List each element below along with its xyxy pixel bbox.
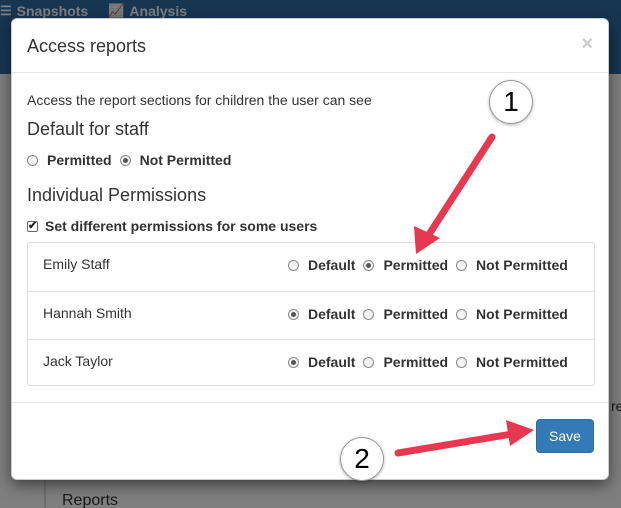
default-not-permitted-option[interactable]: Not Permitted [119, 152, 231, 168]
user-row-jack-taylor: Jack Taylor Default Permitted Not Permit… [28, 339, 594, 387]
option-default[interactable]: Default [288, 354, 355, 370]
default-for-staff-heading: Default for staff [27, 119, 149, 139]
radio-default[interactable] [288, 259, 299, 271]
option-permitted[interactable]: Permitted [363, 354, 448, 370]
option-default[interactable]: Default [288, 257, 355, 273]
intro-text: Access the report sections for children … [27, 92, 372, 108]
radio-not-permitted[interactable] [119, 154, 131, 166]
radio-not-permitted[interactable] [456, 259, 468, 271]
option-not-permitted[interactable]: Not Permitted [456, 354, 568, 370]
individual-permissions-heading: Individual Permissions [27, 185, 207, 205]
different-permissions-checkbox[interactable] [27, 219, 38, 232]
radio-permitted[interactable] [363, 356, 375, 368]
modal-title: Access reports [27, 36, 147, 56]
radio-default[interactable] [288, 308, 299, 320]
user-permission-options: Default Permitted Not Permitted [288, 306, 576, 322]
radio-permitted[interactable] [363, 308, 375, 320]
user-permissions-list: Emily Staff Default Permitted Not Permit… [27, 242, 595, 386]
user-permission-options: Default Permitted Not Permitted [288, 354, 576, 370]
callout-1: 1 [489, 80, 533, 124]
radio-not-permitted[interactable] [456, 308, 468, 320]
radio-not-permitted[interactable] [456, 356, 468, 368]
user-permission-options: Default Permitted Not Permitted [288, 257, 576, 273]
user-name: Jack Taylor [43, 353, 113, 369]
modal-header: Access reports × [12, 19, 608, 73]
option-permitted[interactable]: Permitted [363, 306, 448, 322]
radio-default[interactable] [288, 356, 299, 368]
option-not-permitted[interactable]: Not Permitted [456, 257, 568, 273]
save-button[interactable]: Save [536, 419, 594, 453]
close-icon[interactable]: × [581, 33, 593, 56]
user-name: Emily Staff [43, 256, 110, 272]
user-row-emily-staff: Emily Staff Default Permitted Not Permit… [28, 243, 594, 291]
callout-2: 2 [340, 437, 384, 481]
option-not-permitted[interactable]: Not Permitted [456, 306, 568, 322]
option-permitted[interactable]: Permitted [363, 257, 448, 273]
default-permitted-option[interactable]: Permitted [27, 152, 112, 168]
option-default[interactable]: Default [288, 306, 355, 322]
different-permissions-toggle[interactable]: Set different permissions for some users [27, 218, 317, 234]
user-row-hannah-smith: Hannah Smith Default Permitted Not Permi… [28, 291, 594, 339]
radio-permitted[interactable] [27, 154, 38, 166]
user-name: Hannah Smith [43, 305, 132, 321]
default-permission-group: Permitted Not Permitted [27, 152, 239, 168]
radio-permitted[interactable] [363, 259, 375, 271]
modal-footer: Save [12, 402, 608, 480]
